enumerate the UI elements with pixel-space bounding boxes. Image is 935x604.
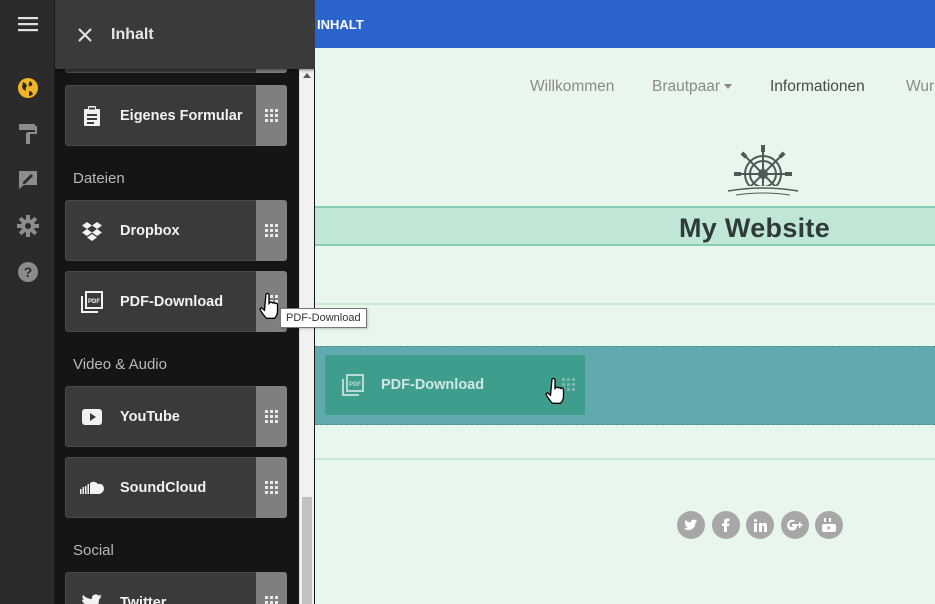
site-nav: Willkommen Brautpaar Informationen Wur — [315, 74, 935, 100]
section-label-video-audio: Video & Audio — [73, 356, 167, 373]
drop-zone[interactable]: PDF PDF-Download — [315, 346, 935, 425]
ghost-label: PDF-Download — [381, 377, 485, 393]
youtube-icon — [80, 405, 104, 429]
drag-handle[interactable] — [256, 200, 287, 261]
nav-item-label: Brautpaar — [652, 78, 721, 95]
widget-eigenes-formular[interactable]: Eigenes Formular — [65, 85, 287, 146]
google-plus-icon[interactable] — [780, 511, 809, 539]
pdf-icon: PDF — [341, 373, 365, 397]
drag-handle[interactable] — [256, 457, 287, 518]
section-label-dateien: Dateien — [73, 170, 125, 187]
section-label-social: Social — [73, 542, 114, 559]
widget-dropbox[interactable]: Dropbox — [65, 200, 287, 261]
svg-text:PDF: PDF — [349, 382, 361, 388]
gear-icon[interactable] — [16, 214, 40, 238]
linkedin-icon[interactable] — [746, 511, 774, 539]
youtube-icon[interactable] — [815, 511, 843, 539]
panel-title: Inhalt — [111, 25, 154, 43]
facebook-icon[interactable] — [711, 511, 740, 539]
nav-item-wuensche[interactable]: Wur — [906, 78, 934, 96]
chevron-down-icon — [724, 84, 733, 90]
section-divider — [315, 458, 935, 460]
help-icon[interactable]: ? — [16, 260, 40, 284]
drag-handle[interactable] — [256, 386, 287, 447]
panel-header: Inhalt — [55, 0, 315, 69]
nav-item-informationen[interactable]: Informationen — [770, 78, 865, 96]
site-title[interactable]: My Website — [679, 213, 830, 244]
panel-scrollbar[interactable] — [299, 69, 314, 604]
social-icons — [677, 511, 850, 539]
close-icon[interactable] — [73, 23, 97, 47]
widget-pdf-download[interactable]: PDF PDF-Download — [65, 271, 287, 332]
widget-youtube[interactable]: YouTube — [65, 386, 287, 447]
form-icon — [80, 104, 104, 128]
svg-text:PDF: PDF — [88, 299, 100, 305]
ship-wheel-logo — [722, 142, 804, 200]
widget-soundcloud[interactable]: SoundCloud — [65, 457, 287, 518]
drag-tooltip: PDF-Download — [280, 308, 367, 328]
soundcloud-icon — [80, 476, 104, 500]
drag-handle[interactable] — [256, 85, 287, 146]
hand-cursor-icon — [545, 377, 567, 405]
edit-icon[interactable] — [16, 168, 40, 192]
pdf-icon: PDF — [80, 290, 104, 314]
top-bar: INHALT — [315, 0, 935, 48]
globe-icon[interactable] — [16, 76, 40, 100]
site-title-banner: My Website — [315, 206, 935, 246]
paint-roller-icon[interactable] — [16, 122, 40, 146]
dropbox-icon — [80, 219, 104, 243]
menu-icon[interactable] — [0, 0, 55, 48]
nav-item-brautpaar[interactable]: Brautpaar — [652, 78, 733, 96]
sidebar-rail: ? — [0, 0, 55, 604]
hand-cursor-icon — [259, 292, 281, 320]
svg-text:?: ? — [24, 264, 33, 280]
drag-handle[interactable] — [256, 572, 287, 604]
nav-item-willkommen[interactable]: Willkommen — [530, 78, 614, 96]
widget-twitter[interactable]: Twitter — [65, 572, 287, 604]
twitter-icon[interactable] — [677, 511, 705, 539]
top-bar-title: INHALT — [317, 17, 364, 32]
scrollbar-thumb[interactable] — [302, 497, 312, 604]
section-divider — [315, 303, 935, 305]
scroll-up-arrow-icon[interactable] — [303, 73, 311, 78]
twitter-icon — [80, 591, 104, 604]
